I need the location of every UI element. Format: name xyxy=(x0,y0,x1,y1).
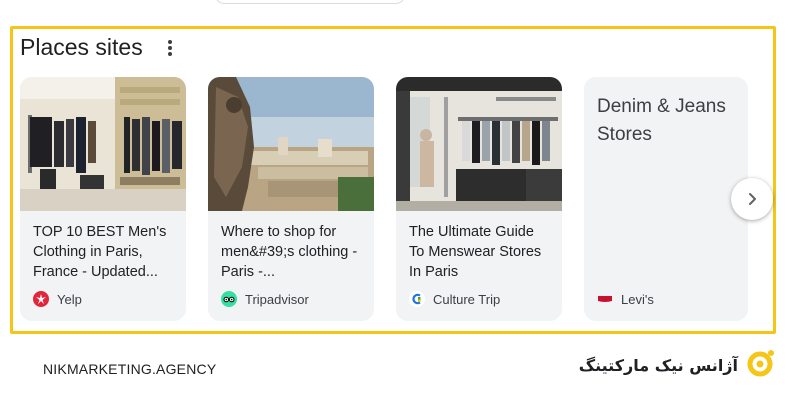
source-label: Tripadvisor xyxy=(245,291,309,307)
place-card-tripadvisor[interactable]: Where to shop for men&#39;s clothing - P… xyxy=(208,77,374,321)
tripadvisor-logo-icon xyxy=(221,291,237,307)
agency-url: NIKMARKETING.AGENCY xyxy=(43,361,217,377)
agency-name: آژانس نیک مارکتینگ xyxy=(578,356,738,375)
card-source: Tripadvisor xyxy=(221,291,309,307)
card-title: Where to shop for men&#39;s clothing - P… xyxy=(221,224,358,280)
nik-logo-icon xyxy=(746,348,776,383)
source-label: Levi's xyxy=(621,291,654,307)
card-title: TOP 10 BEST Men's Clothing in Paris, Fra… xyxy=(33,224,167,280)
source-label: Yelp xyxy=(57,291,82,307)
search-bar-edge[interactable] xyxy=(215,0,405,4)
card-thumbnail xyxy=(208,77,374,211)
card-source: Levi's xyxy=(597,291,654,307)
card-source: Culture Trip xyxy=(409,291,500,307)
agency-brand: آژانس نیک مارکتینگ xyxy=(579,348,776,383)
card-thumbnail xyxy=(396,77,562,211)
culture-trip-logo-icon xyxy=(409,291,425,307)
levis-logo-icon xyxy=(597,291,613,307)
source-label: Culture Trip xyxy=(433,291,501,307)
yelp-logo-icon xyxy=(33,291,49,307)
place-card-yelp[interactable]: TOP 10 BEST Men's Clothing in Paris, Fra… xyxy=(20,77,186,321)
more-vert-icon[interactable] xyxy=(164,38,176,60)
place-card-levis[interactable]: Denim & Jeans Stores Levi's xyxy=(584,77,748,321)
card-source: Yelp xyxy=(33,291,82,307)
section-title: Places sites xyxy=(20,34,143,60)
chevron-right-icon[interactable] xyxy=(731,178,773,220)
card-title: Denim & Jeans Stores xyxy=(597,96,726,145)
place-card-culture-trip[interactable]: The Ultimate Guide To Menswear Stores In… xyxy=(396,77,562,321)
card-title: The Ultimate Guide To Menswear Stores In… xyxy=(409,224,542,280)
card-thumbnail xyxy=(20,77,186,211)
